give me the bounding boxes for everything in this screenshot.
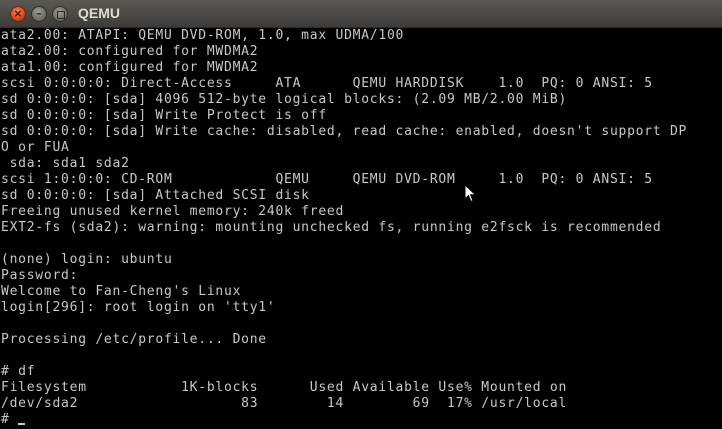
mouse-pointer-icon xyxy=(464,184,477,203)
console-line: scsi 0:0:0:0: Direct-Access ATA QEMU HAR… xyxy=(1,76,653,91)
console-line: sd 0:0:0:0: [sda] Attached SCSI disk xyxy=(1,188,310,203)
close-icon: × xyxy=(13,7,23,20)
text-cursor xyxy=(17,423,25,425)
window-title: QEMU xyxy=(78,5,120,21)
title-bar[interactable]: × – QEMU xyxy=(0,0,722,28)
console-line: /dev/sda2 83 14 69 17% /usr/local xyxy=(1,396,568,411)
console-line: sda: sda1 sda2 xyxy=(1,156,130,171)
console-line: Welcome to Fan-Cheng's Linux xyxy=(1,284,242,299)
close-button[interactable]: × xyxy=(10,6,26,22)
minimize-icon: – xyxy=(36,7,42,20)
console-screen[interactable]: ata2.00: ATAPI: QEMU DVD-ROM, 1.0, max U… xyxy=(0,28,722,429)
console-line: Freeing unused kernel memory: 240k freed xyxy=(1,204,345,219)
console-line: Processing /etc/profile... Done xyxy=(1,332,267,347)
console-line: O or FUA xyxy=(1,140,70,155)
console-line: scsi 1:0:0:0: CD-ROM QEMU QEMU DVD-ROM 1… xyxy=(1,172,653,187)
console-output: ata2.00: ATAPI: QEMU DVD-ROM, 1.0, max U… xyxy=(0,28,722,428)
console-line: ata1.00: configured for MWDMA2 xyxy=(1,60,259,75)
qemu-window: × – QEMU ata2.00: ATAPI: QEMU DVD-ROM, 1… xyxy=(0,0,722,429)
console-line: (none) login: ubuntu xyxy=(1,252,173,267)
console-line: EXT2-fs (sda2): warning: mounting unchec… xyxy=(1,220,662,235)
maximize-button[interactable] xyxy=(52,6,68,22)
console-line: ata2.00: ATAPI: QEMU DVD-ROM, 1.0, max U… xyxy=(1,28,405,43)
prompt-line[interactable]: # xyxy=(1,412,722,428)
console-line: login[296]: root login on 'tty1' xyxy=(1,300,276,315)
maximize-icon xyxy=(57,11,65,19)
console-line: ata2.00: configured for MWDMA2 xyxy=(1,44,259,59)
console-line: sd 0:0:0:0: [sda] Write Protect is off xyxy=(1,108,327,123)
console-line: Password: xyxy=(1,268,79,283)
minimize-button[interactable]: – xyxy=(31,6,47,22)
console-line: Filesystem 1K-blocks Used Available Use%… xyxy=(1,380,568,395)
shell-prompt: # xyxy=(1,412,10,427)
console-line: sd 0:0:0:0: [sda] Write cache: disabled,… xyxy=(1,124,688,139)
console-line: sd 0:0:0:0: [sda] 4096 512-byte logical … xyxy=(1,92,568,107)
console-line: # df xyxy=(1,364,36,379)
